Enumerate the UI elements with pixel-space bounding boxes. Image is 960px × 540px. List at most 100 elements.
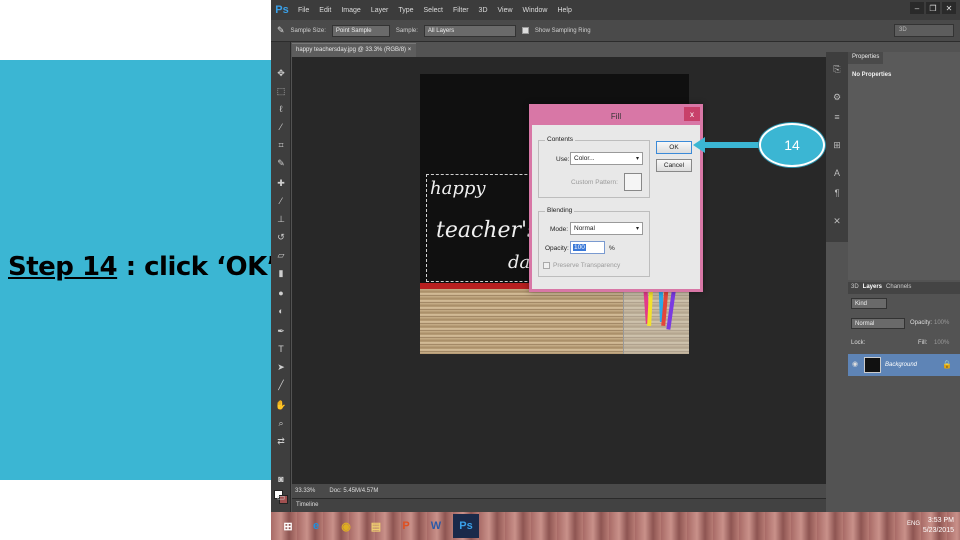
hand-tool-icon[interactable]: ✋ bbox=[274, 398, 288, 412]
restore-button[interactable]: ❐ bbox=[926, 2, 940, 14]
paragraph-icon[interactable]: ¶ bbox=[830, 186, 844, 200]
callout-arrow-head bbox=[693, 137, 705, 153]
lasso-tool-icon[interactable]: ℓ bbox=[274, 102, 288, 116]
opacity-input-value: 100 bbox=[573, 244, 586, 251]
close-window-button[interactable]: ✕ bbox=[942, 2, 956, 14]
blend-mode-select[interactable]: Normal bbox=[851, 318, 905, 329]
timeline-panel[interactable]: Timeline bbox=[292, 498, 826, 512]
stamp-tool-icon[interactable]: ⊥ bbox=[274, 212, 288, 226]
opacity-input[interactable]: 100 bbox=[570, 241, 605, 254]
lock-label: Lock: bbox=[851, 340, 866, 346]
blur-tool-icon[interactable]: ● bbox=[274, 286, 288, 300]
use-select-value: Color... bbox=[574, 155, 595, 162]
adjustments-icon[interactable]: ⚙ bbox=[830, 90, 844, 104]
pen-tool-icon[interactable]: ✒ bbox=[274, 324, 288, 338]
minimize-button[interactable]: – bbox=[910, 2, 924, 14]
menu-type[interactable]: Type bbox=[393, 7, 418, 14]
type-tool-icon[interactable]: T bbox=[274, 342, 288, 356]
path-select-icon[interactable]: ➤ bbox=[274, 360, 288, 374]
tab-3d[interactable]: 3D bbox=[851, 284, 859, 292]
opacity-label: Opacity: bbox=[545, 245, 569, 252]
opacity-value[interactable]: 100% bbox=[934, 320, 949, 326]
clock-time: 3:53 PM bbox=[927, 517, 954, 524]
eyedropper-tool-icon[interactable]: ✎ bbox=[274, 156, 288, 170]
taskbar-clock[interactable]: 3:53 PM 5/23/2015 bbox=[923, 516, 954, 536]
chrome-icon[interactable]: ◉ bbox=[333, 514, 359, 538]
show-ring-checkbox[interactable] bbox=[521, 27, 529, 34]
swap-colors-icon[interactable]: ⇄ bbox=[274, 434, 288, 448]
line-tool-icon[interactable]: ╱ bbox=[274, 378, 288, 392]
eraser-tool-icon[interactable]: ▱ bbox=[274, 248, 288, 262]
menu-help[interactable]: Help bbox=[552, 7, 576, 14]
tab-layers[interactable]: Layers bbox=[863, 284, 882, 292]
character-icon[interactable]: A bbox=[830, 166, 844, 180]
ok-button[interactable]: OK bbox=[656, 141, 692, 154]
marquee-tool-icon[interactable]: ⬚ bbox=[274, 84, 288, 98]
options-bar: ✎ Sample Size: Point Sample Sample: All … bbox=[271, 20, 960, 42]
zoom-level[interactable]: 33.33% bbox=[295, 488, 315, 494]
sample-label: Sample: bbox=[395, 27, 418, 34]
crop-tool-icon[interactable]: ⌗ bbox=[274, 138, 288, 152]
taskbar: ⊞ e ◉ ▤ P W Ps ENG 3:53 PM 5/23/2015 bbox=[271, 512, 960, 540]
history-icon[interactable]: ⎘ bbox=[830, 62, 844, 76]
sample-size-select[interactable]: Point Sample bbox=[331, 24, 390, 37]
workspace-select[interactable]: 3D bbox=[894, 24, 954, 37]
eyedropper-icon[interactable]: ✎ bbox=[277, 25, 285, 36]
sample-size-label: Sample Size: bbox=[290, 27, 326, 34]
photoshop-taskbar-icon[interactable]: Ps bbox=[453, 514, 479, 538]
menu-select[interactable]: Select bbox=[419, 7, 448, 14]
zoom-tool-icon[interactable]: ⌕ bbox=[274, 416, 288, 430]
menu-edit[interactable]: Edit bbox=[314, 7, 336, 14]
screen-mode-icon[interactable]: ▭ bbox=[274, 490, 288, 504]
close-icon[interactable]: x bbox=[684, 107, 700, 121]
menu-layer[interactable]: Layer bbox=[366, 7, 394, 14]
powerpoint-icon[interactable]: P bbox=[393, 514, 419, 538]
menu-image[interactable]: Image bbox=[336, 7, 365, 14]
layer-filter-kind[interactable]: Kind bbox=[851, 298, 887, 309]
show-ring-label: Show Sampling Ring bbox=[534, 27, 591, 34]
brush-tool-icon[interactable]: ⁄ bbox=[274, 194, 288, 208]
menu-window[interactable]: Window bbox=[518, 7, 553, 14]
word-icon[interactable]: W bbox=[423, 514, 449, 538]
move-tool-icon[interactable]: ✥ bbox=[274, 66, 288, 80]
history-brush-icon[interactable]: ↺ bbox=[274, 230, 288, 244]
dodge-tool-icon[interactable]: ◐ bbox=[274, 304, 288, 318]
clock-date: 5/23/2015 bbox=[922, 527, 954, 534]
healing-tool-icon[interactable]: ✚ bbox=[274, 176, 288, 190]
window-controls: – ❐ ✕ bbox=[910, 2, 956, 14]
start-button-icon[interactable]: ⊞ bbox=[275, 514, 301, 538]
menu-filter[interactable]: Filter bbox=[448, 7, 474, 14]
menu-3d[interactable]: 3D bbox=[474, 7, 493, 14]
system-tray-language[interactable]: ENG bbox=[907, 521, 920, 527]
layer-row-background[interactable]: ◉ Background 🔒 bbox=[848, 354, 960, 376]
brush-settings-icon[interactable]: ≡ bbox=[830, 110, 844, 124]
clone-source-icon[interactable]: ⊞ bbox=[830, 138, 844, 152]
internet-explorer-icon[interactable]: e bbox=[303, 514, 329, 538]
cancel-button[interactable]: Cancel bbox=[656, 159, 692, 172]
menu-bar: Ps File Edit Image Layer Type Select Fil… bbox=[271, 0, 960, 20]
layers-panel-tabs: 3D Layers Channels bbox=[848, 282, 960, 294]
preserve-transparency-checkbox[interactable] bbox=[543, 262, 550, 269]
menu-file[interactable]: File bbox=[293, 7, 314, 14]
use-select[interactable]: Color... ▾ bbox=[570, 152, 643, 165]
step-callout-badge: 14 bbox=[759, 123, 825, 167]
quick-select-tool-icon[interactable]: ⁄ bbox=[274, 120, 288, 134]
mode-select-value: Normal bbox=[574, 225, 595, 232]
document-tab-close-icon[interactable]: × bbox=[408, 47, 412, 53]
file-explorer-icon[interactable]: ▤ bbox=[363, 514, 389, 538]
fill-value[interactable]: 100% bbox=[934, 340, 949, 346]
mode-select[interactable]: Normal ▾ bbox=[570, 222, 643, 235]
sample-select[interactable]: All Layers bbox=[423, 24, 516, 37]
gradient-tool-icon[interactable]: ▮ bbox=[274, 266, 288, 280]
layer-name: Background bbox=[885, 362, 918, 368]
menu-view[interactable]: View bbox=[493, 7, 518, 14]
quick-mask-icon[interactable]: ◙ bbox=[274, 472, 288, 486]
tools-panel: ✥ ⬚ ℓ ⁄ ⌗ ✎ ✚ ⁄ ⊥ ↺ ▱ ▮ ● ◐ ✒ T ➤ ╱ ✋ ⌕ … bbox=[271, 42, 291, 512]
tab-channels[interactable]: Channels bbox=[886, 284, 911, 292]
opacity-label: Opacity: bbox=[910, 320, 933, 326]
document-tab[interactable]: happy teachersday.jpg @ 33.3% (RGB/8) × bbox=[292, 43, 416, 57]
tool-presets-icon[interactable]: ✕ bbox=[830, 214, 844, 228]
slide: { "slide": { "step_label": "Step 14", "s… bbox=[0, 0, 960, 540]
visibility-eye-icon[interactable]: ◉ bbox=[852, 360, 858, 368]
properties-tab[interactable]: Properties bbox=[848, 52, 884, 64]
